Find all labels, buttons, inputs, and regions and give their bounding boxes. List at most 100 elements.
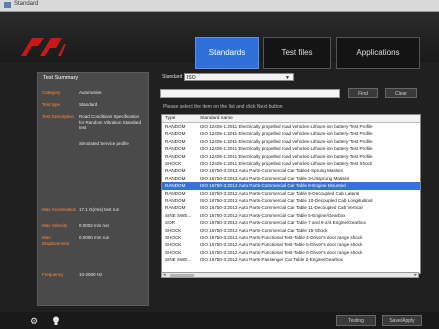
cell-standard-name: ISO 16750-3:2012 Auto Parts-Functional T… (200, 242, 363, 248)
horizontal-scrollbar[interactable]: ◂ ▸ (161, 272, 419, 278)
cell-type: RANDOM (165, 146, 186, 152)
table-row[interactable]: SHOCK ISO 16750-3:2012 Auto Parts-Functio… (162, 234, 420, 241)
table-row[interactable]: SHOCK ISO 16750-3:2012 Auto Parts-Functio… (162, 249, 420, 256)
cell-type: RANDOM (165, 175, 186, 181)
cell-type: SHOCK (165, 161, 182, 166)
scroll-right-icon[interactable]: ▸ (414, 272, 417, 278)
column-header-standard-name[interactable]: Standard name (200, 115, 233, 122)
gear-icon[interactable]: ⚙ (30, 317, 38, 326)
header-bar: Standards Test files Applications (0, 12, 439, 69)
footer-bar: ⚙ Testing Save/Apply (0, 312, 439, 329)
table-row[interactable]: RANDOM ISO 12405-1:2011 Electrically prop… (162, 145, 420, 152)
cell-type: RANDOM (165, 138, 186, 144)
standard-filter-label: Standard (162, 74, 183, 80)
find-button[interactable]: Find (348, 88, 378, 98)
title-bar: Standard (0, 0, 439, 12)
tab-applications[interactable]: Applications (336, 37, 420, 69)
cell-type: RANDOM (165, 198, 186, 203)
summary-label-category: Category (42, 90, 61, 95)
summary-value-profile: Simulated Service profile (79, 141, 129, 146)
cell-type: RANDOM (165, 153, 186, 159)
cell-type: SHOCK (165, 227, 182, 233)
table-row[interactable]: RANDOM ISO 12405-1:2011 Electrically prop… (162, 138, 420, 145)
summary-value-description: Road Conditions Specification for Random… (79, 114, 141, 130)
lightbulb-icon[interactable] (52, 316, 60, 326)
cell-standard-name: ISO 16750-3:2012 Auto Parts-Commercial C… (200, 220, 366, 226)
cell-standard-name: ISO 16750-3:2012 Auto Parts-Commercial C… (200, 212, 346, 218)
table-row[interactable]: SHOCK ISO 16750-3:2012 Auto Parts-Functio… (162, 241, 420, 248)
cell-standard-name: ISO 16750-3:2012 Auto Parts-Functional T… (200, 249, 363, 255)
cell-standard-name: ISO 16750-3:2012 Auto Parts-Functional T… (200, 235, 363, 240)
table-row[interactable]: SHOCK ISO 12405-1:2011 Electrically prope… (162, 160, 420, 167)
cell-standard-name: ISO 12405-1:2011 Electrically propelled … (200, 138, 373, 144)
cell-standard-name: ISO 16750-3:2012 Auto Parts-Passenger Ca… (200, 257, 343, 263)
cell-standard-name: ISO 12405-1:2011 Electrically propelled … (200, 146, 373, 152)
cell-type: SHOCK (165, 249, 182, 255)
search-input[interactable] (160, 89, 340, 98)
test-summary-panel: Test Summary Category Automotive Test ty… (37, 72, 149, 306)
standards-table[interactable]: Type Standard name RANDOM ISO 12405-1:201… (161, 114, 421, 274)
table-row[interactable]: RANDOM ISO 16750-3:2012 Auto Parts-Commer… (162, 197, 420, 204)
tab-standards[interactable]: Standards (195, 37, 259, 69)
cell-type: SHOCK (165, 235, 182, 240)
summary-value-test-type: Standard (79, 102, 98, 107)
summary-label-frequency: Frequency (42, 272, 64, 277)
summary-value-max-displacement: 0.0000 mm run (79, 235, 110, 240)
table-row[interactable]: RANDOM ISO 16750-3:2012 Auto Parts-Commer… (162, 190, 420, 197)
cell-type: SINE SWE... (165, 257, 192, 263)
table-row[interactable]: RANDOM ISO 16750-3:2012 Auto Parts-Commer… (162, 175, 420, 182)
cell-standard-name: ISO 16750-3:2012 Auto Parts-Commercial C… (200, 175, 350, 181)
summary-value-max-velocity: 0.0002 m/s run (79, 223, 110, 228)
column-header-type[interactable]: Type (165, 115, 175, 122)
cell-standard-name: ISO 12405-1:2011 Electrically propelled … (200, 153, 373, 159)
testing-button[interactable]: Testing (336, 315, 376, 326)
cell-standard-name: ISO 16750-3:2012 Auto Parts-Commercial C… (200, 205, 363, 211)
cell-standard-name: ISO 12405-1:2011 Electrically propelled … (200, 124, 373, 129)
cell-standard-name: ISO 16750-3:2012 Auto Parts-Commercial C… (200, 168, 343, 174)
table-row[interactable]: RANDOM ISO 12405-1:2011 Electrically prop… (162, 153, 420, 160)
table-row[interactable]: SOR ISO 16750-3:2012 Auto Parts-Commercia… (162, 219, 420, 226)
table-row[interactable]: RANDOM ISO 16750-3:2012 Auto Parts-Commer… (162, 167, 420, 174)
table-row[interactable]: SHOCK ISO 16750-3:2012 Auto Parts-Commerc… (162, 227, 420, 234)
table-row[interactable]: RANDOM ISO 12405-1:2011 Electrically prop… (162, 130, 420, 137)
cell-type: SINE SWE... (165, 212, 192, 218)
window-title: Standard (14, 1, 39, 7)
cell-type: RANDOM (165, 124, 186, 129)
app-icon (4, 2, 11, 8)
cell-standard-name: ISO 16750-3:2012 Auto Parts-Commercial C… (200, 198, 373, 203)
cell-standard-name: ISO 16750-3:2012 Auto Parts-Commercial C… (200, 190, 360, 196)
summary-value-frequency: 10-2000 Hz (79, 272, 103, 277)
summary-label-description: Test Description (42, 114, 75, 119)
table-row[interactable]: RANDOM ISO 16750-3:2012 Auto Parts-Commer… (162, 182, 420, 190)
standard-filter-value: ISO (187, 75, 196, 81)
cell-standard-name: ISO 12405-1:2011 Electrically propelled … (200, 131, 373, 137)
cell-standard-name: ISO 12405-1:2011 Electrically propelled … (200, 161, 373, 166)
brand-logo (21, 38, 66, 56)
cell-type: RANDOM (165, 190, 186, 196)
standards-main-panel: Standard ISO ▼ Find Clear Please select … (157, 72, 422, 304)
table-header: Type Standard name (162, 115, 420, 123)
scroll-left-icon[interactable]: ◂ (163, 272, 166, 278)
cell-type: SOR (165, 220, 175, 226)
summary-label-max-velocity: Max Velocity (42, 223, 68, 228)
cell-type: SHOCK (165, 242, 182, 248)
instruction-text: Please select the item on the list and c… (163, 104, 283, 110)
scrollbar-thumb[interactable] (170, 274, 194, 277)
clear-button[interactable]: Clear (385, 88, 417, 98)
table-row[interactable]: RANDOM ISO 12405-1:2011 Electrically prop… (162, 123, 420, 130)
summary-value-category: Automotive (79, 90, 102, 95)
cell-type: RANDOM (165, 168, 186, 174)
tab-test-files[interactable]: Test files (263, 37, 331, 69)
summary-label-max-accel: Max Acceleration (42, 207, 77, 212)
cell-type: RANDOM (165, 183, 186, 189)
standard-filter-dropdown[interactable]: ISO ▼ (184, 73, 294, 81)
save-apply-button[interactable]: Save/Apply (382, 315, 422, 326)
summary-title: Test Summary (43, 75, 79, 81)
table-row[interactable]: SINE SWE... ISO 16750-3:2012 Auto Parts-P… (162, 256, 420, 263)
cell-standard-name: ISO 16750-3:2012 Auto Parts-Commercial C… (200, 183, 346, 189)
table-row[interactable]: RANDOM ISO 16750-3:2012 Auto Parts-Commer… (162, 204, 420, 211)
table-row[interactable]: SINE SWE... ISO 16750-3:2012 Auto Parts-C… (162, 212, 420, 219)
cell-type: RANDOM (165, 205, 186, 211)
cell-type: RANDOM (165, 131, 186, 137)
summary-label-max-displacement: Max Displacement (42, 235, 70, 246)
